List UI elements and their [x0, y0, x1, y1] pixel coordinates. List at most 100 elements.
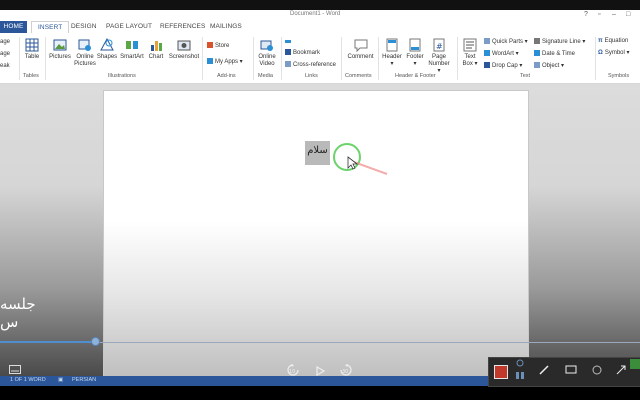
object-label: Object — [542, 63, 560, 69]
video-progress-fill — [0, 341, 96, 343]
group-label-text: Text — [520, 73, 531, 79]
store-label: Store — [215, 43, 230, 49]
signature-line-label: Signature Line — [542, 39, 581, 45]
tab-references[interactable]: REFERENCES — [160, 23, 205, 30]
page-break-button[interactable]: eak — [0, 63, 10, 70]
header-button[interactable]: Header ▾ — [380, 38, 404, 68]
stop-recording-button[interactable] — [494, 365, 508, 379]
bookmark-button[interactable]: Bookmark — [285, 49, 320, 57]
expand-icon[interactable] — [615, 364, 627, 376]
footer-label: Footer — [406, 54, 424, 60]
footer-icon — [409, 38, 421, 52]
signature-line-button[interactable]: Signature Line ▾ — [534, 38, 585, 46]
text-box-button[interactable]: Text Box ▾ — [459, 38, 481, 68]
chart-button[interactable]: Chart — [146, 38, 166, 61]
subtitles-icon[interactable] — [9, 365, 21, 375]
symbol-button[interactable]: Ω Symbol ▾ — [598, 50, 630, 57]
tab-mailings[interactable]: MAILINGS — [210, 23, 242, 30]
pi-icon: π — [598, 38, 603, 44]
page-number-button[interactable]: # Page Number ▾ — [426, 38, 452, 75]
page-number-label-2: Number — [428, 61, 450, 67]
pen-icon[interactable] — [538, 364, 550, 376]
quick-parts-button[interactable]: Quick Parts ▾ — [484, 38, 528, 46]
webcam-icon[interactable] — [590, 364, 604, 376]
pause-icon[interactable] — [514, 359, 526, 381]
text-box-icon — [463, 38, 477, 52]
online-pictures-button[interactable]: Online Pictures — [73, 38, 97, 68]
comment-button[interactable]: Comment — [344, 38, 377, 61]
online-video-label-1: Online — [258, 54, 276, 60]
cover-page-button[interactable]: age — [0, 39, 10, 46]
shapes-label: Shapes — [96, 54, 118, 60]
wordart-icon — [484, 50, 490, 56]
chart-label: Chart — [148, 54, 164, 60]
separator — [595, 37, 596, 80]
table-button[interactable]: Table — [22, 38, 42, 61]
header-label: Header — [382, 54, 402, 60]
page-count: 1 OF 1 WORD — [10, 377, 46, 383]
equation-button[interactable]: π Equation — [598, 38, 628, 45]
help-icon[interactable]: ? — [584, 11, 588, 18]
screen: Document1 - Word ? ▫ – □ HOME INSERT DES… — [0, 0, 640, 400]
video-progress-handle[interactable] — [91, 337, 100, 346]
forward-label: 30 — [342, 369, 348, 375]
separator — [378, 37, 379, 80]
shapes-icon — [100, 38, 114, 51]
top-black-bar — [0, 0, 640, 10]
screen-icon[interactable] — [565, 364, 577, 376]
cross-reference-button[interactable]: Cross-reference — [285, 61, 336, 69]
page-number-icon: # — [433, 38, 445, 52]
separator — [281, 37, 282, 80]
wordart-button[interactable]: WordArt ▾ — [484, 50, 519, 58]
recorder-status-indicator — [630, 359, 640, 369]
footer-button[interactable]: Footer ▾ — [404, 38, 426, 68]
quick-parts-label: Quick Parts — [492, 39, 524, 45]
tab-design[interactable]: DESIGN — [71, 23, 97, 30]
cross-reference-icon — [285, 61, 291, 67]
shapes-button[interactable]: Shapes — [96, 38, 118, 61]
group-label-tables: Tables — [23, 73, 39, 79]
quick-parts-icon — [484, 38, 490, 44]
maximize-icon[interactable]: □ — [626, 11, 630, 18]
blank-page-button[interactable]: age — [0, 51, 10, 58]
separator — [19, 37, 20, 80]
text-box-label-1: Text — [464, 54, 476, 60]
table-icon — [25, 38, 39, 52]
selected-text[interactable]: سلام — [305, 141, 330, 165]
chart-icon — [151, 41, 162, 51]
tab-home[interactable]: HOME — [0, 21, 27, 33]
screenshot-button[interactable]: Screenshot — [166, 38, 202, 61]
smartart-button[interactable]: SmartArt — [118, 38, 146, 61]
online-pictures-icon — [78, 39, 91, 51]
comment-label: Comment — [347, 54, 374, 60]
my-apps-button[interactable]: My Apps ▾ — [207, 58, 243, 66]
separator — [45, 37, 46, 80]
smartart-icon — [126, 41, 138, 49]
online-video-label-2: Video — [259, 61, 275, 67]
proofing-icon[interactable]: ▣ — [58, 377, 63, 383]
drop-cap-button[interactable]: Drop Cap ▾ — [484, 62, 522, 70]
svg-text:#: # — [436, 42, 443, 51]
hyperlink-icon[interactable] — [285, 38, 293, 45]
group-label-links: Links — [305, 73, 318, 79]
play-icon[interactable] — [315, 366, 325, 376]
tab-page-layout[interactable]: PAGE LAYOUT — [106, 23, 152, 30]
document-page[interactable] — [103, 90, 529, 382]
date-time-icon — [534, 50, 540, 56]
pictures-button[interactable]: Pictures — [47, 38, 73, 61]
store-icon — [207, 42, 213, 48]
screenshot-label: Screenshot — [168, 54, 200, 60]
online-video-button[interactable]: Online Video — [255, 38, 279, 68]
rewind-label: 10 — [289, 369, 295, 375]
date-time-button[interactable]: Date & Time — [534, 50, 575, 58]
store-button[interactable]: Store — [207, 42, 229, 50]
language-indicator[interactable]: PERSIAN — [72, 377, 96, 383]
signature-line-icon — [534, 38, 540, 44]
minimize-icon[interactable]: – — [612, 11, 616, 18]
restore-icon[interactable]: ▫ — [598, 11, 600, 18]
smartart-label: SmartArt — [120, 54, 144, 60]
object-button[interactable]: Object ▾ — [534, 62, 564, 70]
bookmark-icon — [285, 49, 291, 55]
window-title: Document1 - Word — [290, 11, 341, 17]
symbol-label: Symbol — [604, 50, 625, 56]
